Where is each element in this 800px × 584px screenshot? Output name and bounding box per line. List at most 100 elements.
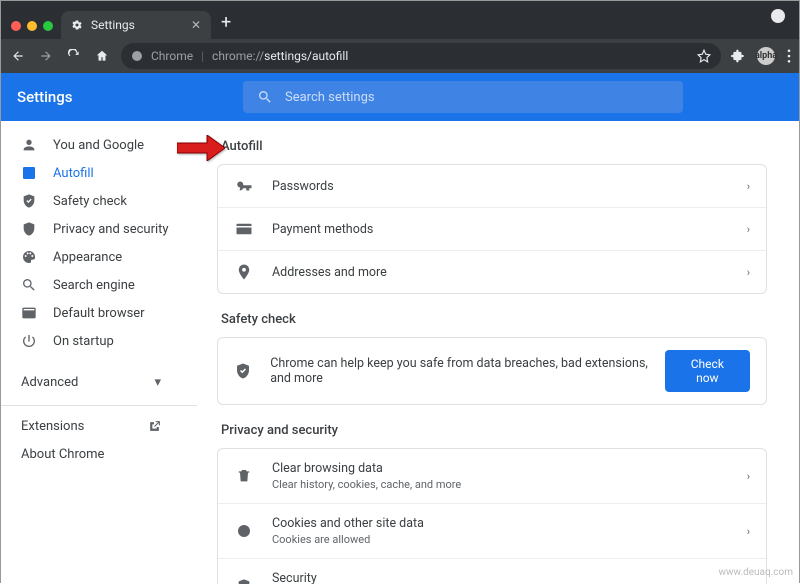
sidebar-item-appearance[interactable]: Appearance: [1, 243, 197, 271]
sidebar-item-label: You and Google: [53, 138, 144, 153]
browser-icon: [21, 305, 37, 321]
page-title: Settings: [17, 88, 73, 106]
home-button[interactable]: [93, 49, 111, 63]
search-input[interactable]: Search settings: [243, 81, 683, 113]
forward-button[interactable]: [37, 49, 55, 63]
shield-icon: [234, 578, 254, 584]
sidebar-item-label: Appearance: [53, 250, 122, 265]
row-cookies[interactable]: Cookies and other site dataCookies are a…: [218, 504, 766, 559]
back-button[interactable]: [9, 49, 27, 63]
autofill-card: Passwords › Payment methods › Addresses …: [217, 164, 767, 294]
row-label: Passwords: [272, 179, 334, 194]
section-title-privacy: Privacy and security: [221, 423, 767, 438]
url-path: settings/autofill: [264, 49, 348, 63]
divider: [1, 405, 197, 406]
section-title-safety: Safety check: [221, 312, 767, 327]
sidebar-item-label: Privacy and security: [53, 222, 169, 237]
safety-card: Chrome can help keep you safe from data …: [217, 337, 767, 405]
chevron-right-icon: ›: [747, 580, 750, 584]
window-corner-dot: [771, 9, 785, 23]
mac-close-icon[interactable]: [11, 21, 21, 31]
row-label: Security: [272, 571, 642, 584]
row-addresses[interactable]: Addresses and more ›: [218, 251, 766, 293]
row-label: Cookies and other site data: [272, 516, 424, 531]
privacy-card: Clear browsing data Clear history, cookie…: [217, 448, 767, 584]
reload-button[interactable]: [65, 49, 83, 63]
sidebar-extensions-link[interactable]: Extensions: [1, 412, 197, 440]
sidebar-item-autofill[interactable]: Autofill: [1, 159, 197, 187]
palette-icon: [21, 249, 37, 265]
sidebar-item-search-engine[interactable]: Search engine: [1, 271, 197, 299]
url-label: Chrome: [151, 49, 193, 63]
cookie-icon: [234, 523, 254, 539]
person-icon: [21, 137, 37, 153]
sidebar-extensions-label: Extensions: [21, 419, 84, 434]
check-now-button[interactable]: Check now: [665, 350, 750, 392]
search-placeholder: Search settings: [285, 90, 375, 105]
info-icon: [131, 50, 143, 62]
profile-avatar[interactable]: alpha: [757, 47, 775, 65]
main-content: Autofill Passwords › Payment methods › A…: [197, 121, 799, 584]
tab-strip: Settings ✕ +: [1, 9, 799, 39]
sidebar-advanced-toggle[interactable]: Advanced ▾: [1, 365, 197, 399]
autofill-icon: [21, 165, 37, 181]
sidebar-item-default-browser[interactable]: Default browser: [1, 299, 197, 327]
gear-icon: [71, 19, 83, 31]
shield-check-icon: [21, 193, 37, 209]
row-safety-check: Chrome can help keep you safe from data …: [218, 338, 766, 404]
location-icon: [234, 263, 254, 281]
sidebar-item-label: On startup: [53, 334, 114, 349]
close-icon[interactable]: ✕: [191, 18, 201, 32]
sidebar-item-you-and-google[interactable]: You and Google: [1, 131, 197, 159]
mac-zoom-icon[interactable]: [43, 21, 53, 31]
sidebar-item-on-startup[interactable]: On startup: [1, 327, 197, 355]
tab-title: Settings: [91, 18, 135, 32]
bookmark-star-icon[interactable]: [697, 49, 711, 63]
chevron-right-icon: ›: [747, 180, 750, 193]
mac-minimize-icon[interactable]: [27, 21, 37, 31]
chevron-right-icon: ›: [747, 525, 750, 538]
address-bar[interactable]: Chrome | chrome://settings/autofill: [121, 43, 721, 69]
search-icon: [257, 89, 273, 105]
sidebar: You and Google Autofill Safety check Pri…: [1, 121, 197, 584]
row-subtitle: Clear history, cookies, cache, and more: [272, 478, 461, 491]
sidebar-item-safety-check[interactable]: Safety check: [1, 187, 197, 215]
row-passwords[interactable]: Passwords ›: [218, 165, 766, 208]
window-titlebar: [1, 1, 799, 9]
sidebar-item-label: Autofill: [53, 166, 94, 181]
sidebar-advanced-label: Advanced: [21, 375, 78, 390]
card-icon: [234, 220, 254, 238]
sidebar-about-label: About Chrome: [21, 447, 104, 462]
browser-tab-settings[interactable]: Settings ✕: [61, 11, 211, 39]
row-security[interactable]: SecuritySafe Browsing (protection from d…: [218, 559, 766, 584]
row-payment-methods[interactable]: Payment methods ›: [218, 208, 766, 251]
sidebar-item-label: Default browser: [53, 306, 145, 321]
sidebar-item-privacy[interactable]: Privacy and security: [1, 215, 197, 243]
sidebar-about-link[interactable]: About Chrome: [1, 440, 197, 468]
browser-toolbar: Chrome | chrome://settings/autofill alph…: [1, 39, 799, 73]
settings-header: Settings Search settings: [1, 73, 799, 121]
chevron-right-icon: ›: [747, 470, 750, 483]
row-label: Clear browsing data: [272, 461, 461, 476]
shield-check-icon: [234, 362, 252, 380]
chevron-right-icon: ›: [747, 266, 750, 279]
power-icon: [21, 333, 37, 349]
watermark: www.deuaq.com: [719, 567, 794, 578]
url-protocol: chrome://: [212, 49, 264, 63]
row-label: Payment methods: [272, 222, 373, 237]
sidebar-item-label: Search engine: [53, 278, 135, 293]
extensions-icon[interactable]: [731, 49, 745, 63]
new-tab-button[interactable]: +: [211, 12, 241, 39]
shield-icon: [21, 221, 37, 237]
section-title-autofill: Autofill: [221, 139, 767, 154]
mac-window-controls: [11, 21, 61, 39]
red-arrow-annotation: [197, 135, 225, 165]
key-icon: [234, 177, 254, 195]
chevron-right-icon: ›: [747, 223, 750, 236]
chevron-down-icon: ▾: [154, 375, 161, 390]
trash-icon: [234, 468, 254, 484]
row-label: Addresses and more: [272, 265, 387, 280]
search-icon: [21, 277, 37, 293]
row-clear-browsing-data[interactable]: Clear browsing data Clear history, cookie…: [218, 449, 766, 504]
menu-dots-icon[interactable]: [787, 49, 791, 63]
